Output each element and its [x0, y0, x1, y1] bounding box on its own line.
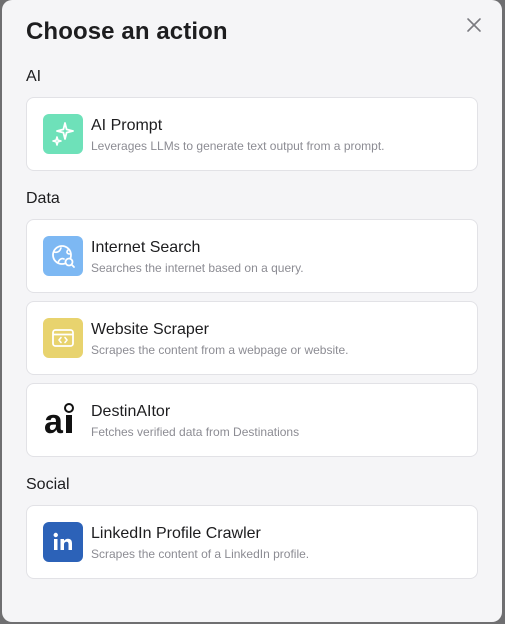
action-title: Internet Search: [91, 239, 201, 256]
action-title: LinkedIn Profile Crawler: [91, 525, 261, 542]
dialog-title: Choose an action: [26, 18, 228, 45]
section-label-ai: AI: [26, 68, 42, 85]
ai-logo-icon: a: [43, 400, 83, 440]
action-card-destinaitor[interactable]: a DestinAItor Fetches verified data from…: [26, 383, 478, 457]
section-label-data: Data: [26, 190, 60, 207]
action-title: DestinAItor: [91, 403, 171, 420]
linkedin-icon: [43, 522, 83, 562]
action-card-ai-prompt[interactable]: AI Prompt Leverages LLMs to generate tex…: [26, 97, 478, 171]
sparkles-icon: [43, 114, 83, 154]
action-description: Leverages LLMs to generate text output f…: [91, 139, 385, 153]
browser-code-icon: [43, 318, 83, 358]
action-description: Scrapes the content from a webpage or we…: [91, 343, 349, 357]
section-label-social: Social: [26, 476, 70, 493]
action-description: Fetches verified data from Destinations: [91, 425, 300, 439]
action-title: Website Scraper: [91, 321, 209, 338]
action-card-website-scraper[interactable]: Website Scraper Scrapes the content from…: [26, 301, 478, 375]
action-card-internet-search[interactable]: Internet Search Searches the internet ba…: [26, 219, 478, 293]
svg-text:a: a: [44, 403, 64, 440]
action-title: AI Prompt: [91, 117, 163, 134]
globe-search-icon: [43, 236, 83, 276]
choose-action-dialog: Choose an action AI AI Prompt Leverages …: [2, 0, 502, 622]
close-icon[interactable]: [464, 15, 484, 35]
action-description: Scrapes the content of a LinkedIn profil…: [91, 547, 310, 561]
action-card-linkedin-crawler[interactable]: LinkedIn Profile Crawler Scrapes the con…: [26, 505, 478, 579]
action-description: Searches the internet based on a query.: [91, 261, 304, 275]
